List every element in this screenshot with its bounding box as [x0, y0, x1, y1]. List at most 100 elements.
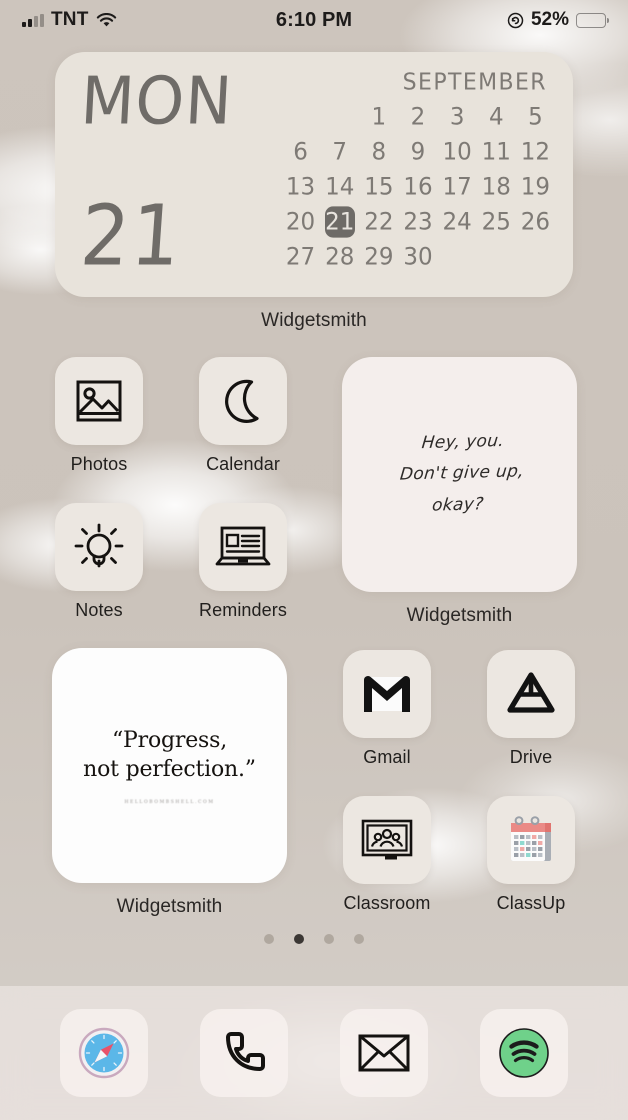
classup-calendar-icon [511, 816, 551, 861]
app-tile-notes[interactable] [55, 503, 143, 591]
battery-percent-label: 52% [530, 9, 570, 30]
app-classup[interactable]: ClassUp [487, 796, 575, 914]
status-bar-clock: 6:10 PM [275, 8, 353, 31]
rotation-lock-icon [507, 12, 524, 29]
app-tile-photos[interactable] [55, 357, 143, 445]
google-drive-triangle-icon [507, 672, 555, 713]
quote-text: “Progress, not perfection.” [83, 726, 256, 784]
app-tile-drive[interactable] [487, 650, 575, 738]
quote-line-1: “Progress, [111, 727, 227, 753]
app-calendar[interactable]: Calendar [199, 357, 287, 475]
lightbulb-icon [74, 523, 124, 568]
calendar-day-cell: 17 [442, 173, 472, 201]
page-dot[interactable] [354, 934, 364, 944]
app-gmail[interactable]: Gmail [343, 650, 431, 768]
app-label-classroom: Classroom [343, 893, 431, 913]
photos-picture-icon [76, 380, 122, 422]
status-bar: TNT 6:10 PM 52% [0, 0, 628, 40]
calendar-day-cell: 10 [442, 138, 472, 166]
calendar-day-of-week: MON [78, 61, 235, 140]
calendar-day-cell: 19 [520, 173, 551, 201]
app-label-classup: ClassUp [496, 893, 566, 913]
wifi-icon [96, 12, 117, 28]
page-dot-active[interactable] [294, 934, 304, 944]
note-line-1: Hey, you. [420, 431, 505, 454]
widget-label-note: Widgetsmith [406, 605, 513, 626]
calendar-day-cell: 4 [488, 103, 504, 131]
calendar-day-cell: 13 [285, 173, 316, 201]
widget-quote[interactable]: “Progress, not perfection.” HELLOBOMBSHE… [52, 648, 287, 883]
calendar-day-number: 21 [77, 186, 186, 285]
dock-app-spotify[interactable] [480, 1009, 568, 1097]
battery-icon [576, 12, 610, 28]
widget-label-quote: Widgetsmith [116, 896, 223, 917]
calendar-day-today: 21 [324, 206, 355, 238]
dock-app-safari[interactable] [60, 1009, 148, 1097]
app-reminders[interactable]: Reminders [199, 503, 287, 621]
app-notes[interactable]: Notes [55, 503, 143, 621]
calendar-day-cell: 30 [403, 243, 433, 271]
app-photos[interactable]: Photos [55, 357, 143, 475]
spotify-icon [499, 1028, 549, 1078]
calendar-day-cell: 23 [403, 208, 433, 236]
calendar-day-cell: 22 [364, 208, 394, 236]
app-tile-classroom[interactable] [343, 796, 431, 884]
calendar-day-cell: 2 [410, 103, 426, 131]
gmail-envelope-m-icon [364, 676, 410, 712]
calendar-day-cell: 5 [528, 103, 543, 131]
quote-line-2: not perfection.” [83, 757, 256, 782]
calendar-day-cell: 25 [481, 208, 511, 236]
widget-label-calendar: Widgetsmith [261, 310, 367, 331]
widget-note[interactable]: Hey, you. Don't give up, okay? [342, 357, 577, 592]
phone-handset-icon [226, 1032, 265, 1071]
widget-calendar[interactable]: MON 21 SEPTEMBER 1 2 3 4 5 6 7 8 9 10 11 12 13 14 15 16… [55, 52, 573, 297]
calendar-day-cell: 12 [520, 138, 551, 166]
calendar-day-cell: 26 [520, 208, 551, 236]
app-classroom[interactable]: Classroom [343, 796, 431, 914]
calendar-day-cell: 7 [332, 138, 348, 166]
mail-envelope-icon [358, 1034, 410, 1072]
calendar-day-cell: 18 [481, 173, 511, 201]
app-drive[interactable]: Drive [487, 650, 575, 768]
page-dots[interactable] [0, 934, 628, 944]
calendar-day-cell: 6 [293, 138, 308, 166]
app-label-gmail: Gmail [363, 747, 411, 767]
app-label-photos: Photos [70, 454, 128, 474]
calendar-day-cell: 16 [403, 173, 433, 201]
laptop-article-icon [215, 526, 271, 566]
calendar-day-cell: 8 [371, 138, 387, 166]
note-line-3: okay? [430, 494, 485, 516]
app-tile-calendar[interactable] [199, 357, 287, 445]
calendar-day-grid: 1 2 3 4 5 6 7 8 9 10 11 12 13 14 15 16 17 18 19 20 21 22 23 24 2… [281, 102, 555, 272]
calendar-day-cell: 27 [285, 243, 316, 271]
page-dot[interactable] [324, 934, 334, 944]
dock-app-mail[interactable] [340, 1009, 428, 1097]
page-dot[interactable] [264, 934, 274, 944]
crescent-moon-icon [225, 379, 259, 423]
calendar-day-cell: 24 [442, 208, 472, 236]
calendar-day-cell: 11 [481, 138, 511, 166]
app-label-reminders: Reminders [199, 600, 287, 620]
safari-compass-icon [78, 1027, 130, 1079]
calendar-day-cell: 20 [285, 208, 316, 236]
note-line-2: Don't give up, [398, 462, 525, 486]
dock-app-phone[interactable] [200, 1009, 288, 1097]
app-label-drive: Drive [509, 747, 553, 767]
app-label-calendar: Calendar [206, 454, 280, 474]
calendar-day-cell: 15 [364, 173, 394, 201]
quote-source: HELLOBOMBSHELL.COM [124, 800, 215, 806]
app-tile-classup[interactable] [487, 796, 575, 884]
signal-bars-icon [22, 13, 44, 27]
classroom-board-people-icon [361, 819, 413, 860]
calendar-day-cell: 9 [410, 138, 426, 166]
calendar-day-cell: 29 [364, 243, 394, 271]
calendar-day-cell: 3 [449, 103, 465, 131]
app-tile-reminders[interactable] [199, 503, 287, 591]
note-text: Hey, you. Don't give up, okay? [391, 426, 528, 524]
calendar-day-cell: 28 [325, 243, 355, 271]
calendar-day-cell: 14 [325, 173, 355, 201]
app-label-notes: Notes [75, 600, 123, 620]
dock [0, 986, 628, 1120]
app-tile-gmail[interactable] [343, 650, 431, 738]
calendar-day-cell: 1 [371, 103, 387, 131]
